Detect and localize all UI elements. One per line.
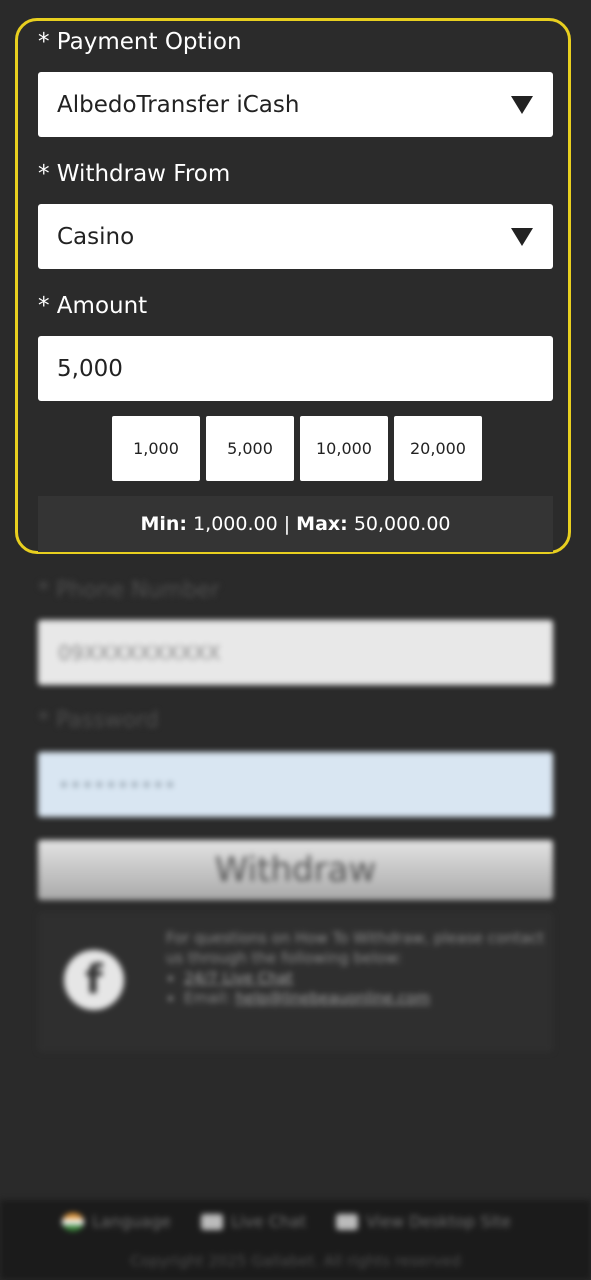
help-text: For questions on How To Withdraw, please… [166, 928, 546, 1008]
live-chat-footer-link[interactable]: Live Chat [200, 1212, 307, 1231]
max-value: 50,000.00 [353, 513, 451, 535]
chevron-down-icon [511, 96, 533, 114]
withdraw-from-label: * Withdraw From [38, 161, 231, 187]
desktop-site-link[interactable]: View Desktop Site [336, 1212, 511, 1231]
language-link[interactable]: Language [62, 1212, 171, 1231]
desktop-site-label: View Desktop Site [366, 1212, 511, 1231]
live-chat-link[interactable]: 24/7 Live Chat [184, 969, 293, 987]
withdraw-from-value: Casino [57, 223, 135, 250]
min-label: Min: [140, 513, 188, 535]
max-label: Max: [296, 513, 348, 535]
footer: Language Live Chat View Desktop Site Cop… [0, 1200, 591, 1280]
india-flag-icon [62, 1212, 84, 1231]
password-label: * Password [38, 708, 159, 733]
password-input[interactable]: •••••••••• [38, 752, 553, 817]
amount-value: 5,000 [57, 355, 123, 382]
email-label: Email: [184, 989, 231, 1007]
quick-amount-buttons: 1,000 5,000 10,000 20,000 [112, 416, 482, 481]
help-info-box: f For questions on How To Withdraw, plea… [38, 912, 553, 1052]
facebook-icon[interactable]: f [64, 950, 124, 1010]
payment-option-value: AlbedoTransfer iCash [57, 91, 300, 118]
help-intro: For questions on How To Withdraw, please… [166, 929, 544, 967]
copyright: Copyright 2025 Gallabet. All rights rese… [130, 1252, 461, 1270]
payment-option-select[interactable]: AlbedoTransfer iCash [38, 72, 553, 137]
amount-input[interactable]: 5,000 [38, 336, 553, 401]
chat-icon [200, 1213, 223, 1230]
email-link[interactable]: help@linebeauonline.com [235, 989, 430, 1007]
quick-amount-5000-button[interactable]: 5,000 [206, 416, 294, 481]
payment-option-label: * Payment Option [38, 29, 242, 55]
password-value: •••••••••• [58, 772, 176, 797]
limit-separator: | [283, 513, 291, 535]
language-label: Language [92, 1212, 171, 1231]
min-value: 1,000.00 [193, 513, 278, 535]
quick-amount-10000-button[interactable]: 10,000 [300, 416, 388, 481]
amount-label: * Amount [38, 293, 148, 319]
chevron-down-icon [511, 228, 533, 246]
phone-number-value: 09XXXXXXXXXX [58, 640, 221, 665]
withdraw-from-select[interactable]: Casino [38, 204, 553, 269]
phone-number-label: * Phone Number [38, 578, 220, 603]
monitor-icon [336, 1213, 359, 1230]
quick-amount-1000-button[interactable]: 1,000 [112, 416, 200, 481]
phone-number-input[interactable]: 09XXXXXXXXXX [38, 620, 553, 685]
quick-amount-20000-button[interactable]: 20,000 [394, 416, 482, 481]
live-chat-label: Live Chat [230, 1212, 307, 1231]
withdraw-button[interactable]: Withdraw [38, 840, 553, 900]
amount-limits: Min: 1,000.00 | Max: 50,000.00 [38, 496, 553, 552]
